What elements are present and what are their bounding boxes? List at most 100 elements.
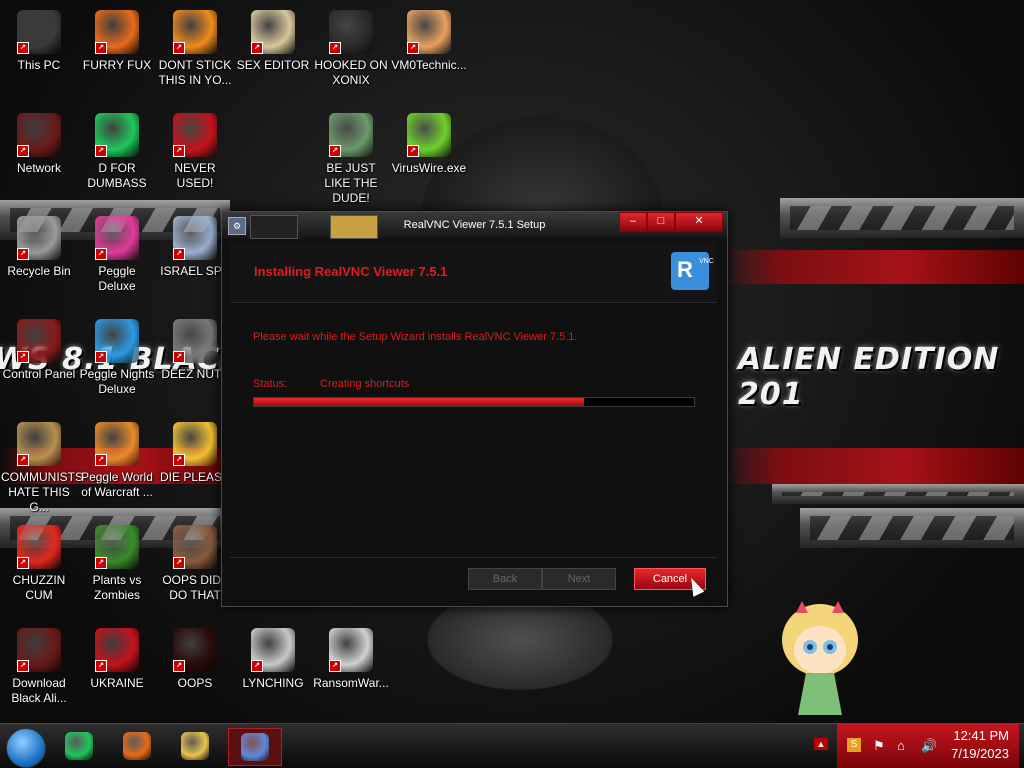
start-button[interactable]: [6, 728, 46, 768]
desktop-icon[interactable]: ↗ Peggle Deluxe: [79, 216, 155, 294]
network-icon[interactable]: ⌂: [897, 738, 905, 753]
desktop-icon[interactable]: ↗ D FOR DUMBASS: [79, 113, 155, 191]
shortcut-arrow-icon: ↗: [251, 660, 263, 672]
recycle-bin-icon: ↗: [17, 216, 61, 260]
desktop-icon[interactable]: ↗ Plants vs Zombies: [79, 525, 155, 603]
network-pc-icon: ↗: [173, 216, 217, 260]
dialog-heading: Installing RealVNC Viewer 7.5.1: [254, 264, 448, 279]
desktop-icon[interactable]: ↗ VirusWire.exe: [391, 113, 467, 176]
desktop-icon[interactable]: ↗ NEVER USED!: [157, 113, 233, 191]
shortcut-arrow-icon: ↗: [251, 42, 263, 54]
setup-app[interactable]: [228, 728, 282, 766]
desktop-icon[interactable]: ↗ CHUZZIN CUM: [1, 525, 77, 603]
shortcut-arrow-icon: ↗: [329, 42, 341, 54]
desktop-icon[interactable]: ↗ Peggle Nights Deluxe: [79, 319, 155, 397]
desktop-icon-label: VirusWire.exe: [391, 161, 467, 175]
money-bag-icon: ↗: [17, 422, 61, 466]
desktop-icon[interactable]: ↗ DONT STICK THIS IN YO...: [157, 10, 233, 88]
shortcut-arrow-icon: ↗: [95, 351, 107, 363]
wallpaper-red-band: [720, 250, 1024, 284]
wallpaper-stripe: [800, 508, 1024, 548]
desktop-icon-label: Peggle Nights Deluxe: [79, 367, 155, 396]
install-progress-bar: [253, 397, 695, 407]
wallpaper-banner-right: ALIEN EDITION 201: [738, 342, 1000, 412]
desktop-icon[interactable]: ↗ Download Black Ali...: [1, 628, 77, 706]
desktop-icon-label: VM0Technic...: [391, 58, 467, 72]
desktop-icon-label: SEX EDITOR: [236, 58, 310, 72]
shortcut-arrow-icon: ↗: [329, 145, 341, 157]
desktop-icon[interactable]: ↗ OOPS: [157, 628, 233, 691]
wallpaper-stripe: [780, 198, 1024, 238]
show-hidden-icons-button[interactable]: ▲: [814, 738, 828, 750]
shortcut-arrow-icon: ↗: [407, 145, 419, 157]
shortcut-arrow-icon: ↗: [95, 557, 107, 569]
shortcut-arrow-icon: ↗: [17, 660, 29, 672]
security-icon[interactable]: S: [847, 738, 861, 752]
file-explorer-app[interactable]: [176, 728, 214, 764]
skull-icon: ↗: [329, 628, 373, 672]
peggle-nights-icon: ↗: [95, 319, 139, 363]
dialog-header: Installing RealVNC Viewer 7.5.1 R VNC: [230, 242, 717, 303]
desktop-icon-label: CHUZZIN CUM: [12, 573, 66, 602]
vlc-cone-icon: ↗: [173, 10, 217, 54]
spotify-app[interactable]: [60, 728, 98, 764]
minimize-button[interactable]: –: [619, 212, 647, 232]
desktop-icon[interactable]: ↗ FURRY FUX: [79, 10, 155, 73]
desktop-icon[interactable]: ↗ COMMUNISTS HATE THIS G...: [1, 422, 83, 515]
desktop-icon-label: OOPS: [177, 676, 213, 690]
clock-time[interactable]: 12:41 PM: [953, 728, 1009, 743]
desktop-icon[interactable]: ↗ RansomWar...: [313, 628, 389, 691]
flag-icon[interactable]: ⚑: [873, 738, 885, 754]
doctor-avatar-icon: ↗: [407, 10, 451, 54]
desktop-icon[interactable]: ↗ SEX EDITOR: [235, 10, 311, 73]
peggle-wow-icon: ↗: [95, 422, 139, 466]
volume-icon[interactable]: 🔊: [921, 738, 937, 754]
oops-app-icon: ↗: [173, 628, 217, 672]
shortcut-arrow-icon: ↗: [95, 660, 107, 672]
firefox-icon: ↗: [95, 10, 139, 54]
shortcut-arrow-icon: ↗: [17, 454, 29, 466]
desktop-icon[interactable]: ↗ Network: [1, 113, 77, 176]
clock-date[interactable]: 7/19/2023: [951, 746, 1009, 761]
desktop-icon[interactable]: ↗ Peggle World of Warcraft ...: [79, 422, 155, 500]
shortcut-arrow-icon: ↗: [173, 42, 185, 54]
maximize-button[interactable]: □: [647, 212, 675, 232]
logo-sub: VNC: [699, 258, 714, 265]
desktop-icon[interactable]: ↗ UKRAINE: [79, 628, 155, 691]
desktop-icon[interactable]: ↗ This PC: [1, 10, 77, 73]
close-button[interactable]: ✕: [675, 212, 723, 232]
peggle-icon: ↗: [95, 216, 139, 260]
desktop-icon-label: Recycle Bin: [7, 264, 71, 278]
progress-fill: [254, 398, 584, 406]
copy-pages-icon: ↗: [173, 319, 217, 363]
shortcut-arrow-icon: ↗: [95, 454, 107, 466]
desktop-icon[interactable]: ↗ BE JUST LIKE THE DUDE!: [313, 113, 389, 206]
firefox-app[interactable]: [118, 728, 156, 764]
limewire-icon: ↗: [407, 113, 451, 157]
dialog-titlebar[interactable]: ⚙ RealVNC Viewer 7.5.1 Setup – □ ✕: [222, 212, 727, 239]
alien-download-icon: ↗: [17, 628, 61, 672]
network-tree-icon: ↗: [251, 628, 295, 672]
desktop-icon[interactable]: ↗ Control Panel: [1, 319, 77, 382]
desktop-icon[interactable]: ↗ LYNCHING: [235, 628, 311, 691]
desktop-icon[interactable]: ↗ Recycle Bin: [1, 216, 77, 279]
desktop-icon-label: LYNCHING: [242, 676, 304, 690]
desktop-icon-label: Download Black Ali...: [11, 676, 67, 705]
shortcut-arrow-icon: ↗: [173, 557, 185, 569]
desktop-icon-label: RansomWar...: [313, 676, 389, 690]
alien-network-icon: ↗: [17, 113, 61, 157]
shortcut-arrow-icon: ↗: [173, 454, 185, 466]
de-logo-icon: ↗: [173, 422, 217, 466]
desktop-icon-label: Peggle World of Warcraft ...: [81, 470, 153, 499]
desktop-icon-label: This PC: [17, 58, 61, 72]
shortcut-arrow-icon: ↗: [95, 42, 107, 54]
desktop-icon[interactable]: ↗ VM0Technic...: [391, 10, 467, 73]
back-button[interactable]: Back: [468, 568, 542, 590]
control-panel-icon: ↗: [17, 319, 61, 363]
next-button[interactable]: Next: [542, 568, 616, 590]
shortcut-arrow-icon: ↗: [173, 145, 185, 157]
desktop-icon-label: Plants vs Zombies: [92, 573, 142, 602]
desktop-icon-label: FURRY FUX: [82, 58, 152, 72]
desktop-icon[interactable]: ↗ HOOKED ON XONIX: [313, 10, 389, 88]
shortcut-arrow-icon: ↗: [173, 248, 185, 260]
